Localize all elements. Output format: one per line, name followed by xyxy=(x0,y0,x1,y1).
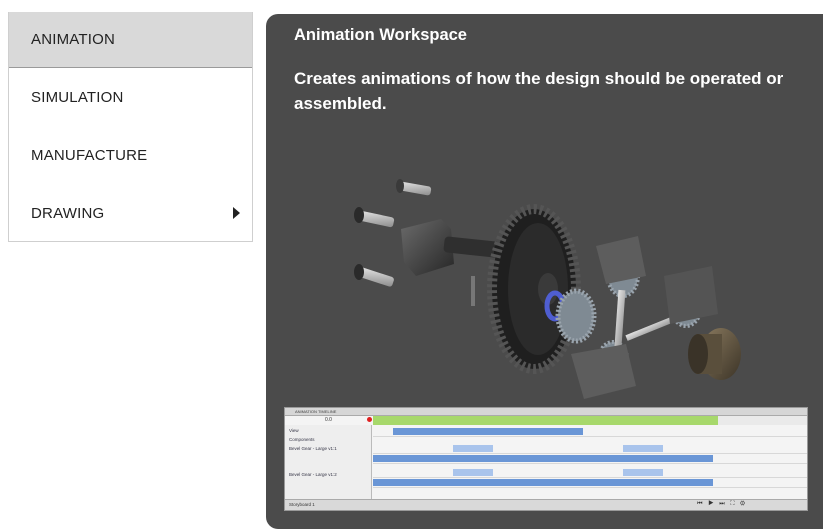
workspace-menu: ANIMATION SIMULATION MANUFACTURE DRAWING xyxy=(8,12,253,242)
timeline-header-label: ANIMATION TIMELINE xyxy=(295,409,337,414)
timeline-track xyxy=(373,468,807,478)
playhead-icon xyxy=(367,417,372,422)
tree-item: Bevel Gear - Large v1:2 xyxy=(289,472,337,477)
timeline-header: ANIMATION TIMELINE xyxy=(285,408,807,416)
timeline-action-bar xyxy=(453,469,493,476)
timeline-ruler xyxy=(373,416,718,425)
timeline-track xyxy=(373,444,807,454)
workspace-preview-panel: Animation Workspace Creates animations o… xyxy=(266,14,823,529)
menu-item-drawing[interactable]: DRAWING xyxy=(9,184,252,242)
timeline-browser-tree: View Components Bevel Gear - Large v1:1 … xyxy=(285,425,372,499)
menu-item-label: SIMULATION xyxy=(31,88,124,106)
tree-item: Bevel Gear - Large v1:1 xyxy=(289,446,337,451)
menu-item-simulation[interactable]: SIMULATION xyxy=(9,68,252,126)
timeline-track xyxy=(373,454,807,464)
tree-item: View xyxy=(289,428,299,433)
menu-item-label: MANUFACTURE xyxy=(31,146,148,164)
timeline-action-bar xyxy=(623,469,663,476)
menu-item-label: ANIMATION xyxy=(31,31,116,48)
timeline-track xyxy=(373,478,807,488)
panel-description: Creates animations of how the design sho… xyxy=(294,69,784,113)
panel-title: Animation Workspace xyxy=(294,26,467,44)
menu-item-animation[interactable]: ANIMATION xyxy=(9,12,252,68)
timeline-action-bar xyxy=(393,428,583,435)
timeline-time: 0.0 xyxy=(325,417,332,423)
submenu-arrow-icon xyxy=(233,207,240,219)
timeline-track xyxy=(373,427,807,437)
timeline-footer: Storyboard 1 ⏮ ▶ ⏭ ⛶ ⚙ xyxy=(285,499,807,510)
timeline-action-bar xyxy=(623,445,663,452)
menu-item-label: DRAWING xyxy=(31,204,105,222)
timeline-action-bar xyxy=(373,455,713,462)
tree-item: Components xyxy=(289,437,315,442)
animation-timeline-thumbnail: ANIMATION TIMELINE 0.0 View Components B… xyxy=(284,407,808,511)
timeline-ruler-rest xyxy=(718,416,807,425)
pin-top xyxy=(396,179,432,196)
playback-controls: ⏮ ▶ ⏭ ⛶ ⚙ xyxy=(697,501,747,507)
storyboard-label: Storyboard 1 xyxy=(289,502,315,507)
menu-item-manufacture[interactable]: MANUFACTURE xyxy=(9,126,252,184)
timeline-action-bar xyxy=(453,445,493,452)
timeline-action-bar xyxy=(373,479,713,486)
